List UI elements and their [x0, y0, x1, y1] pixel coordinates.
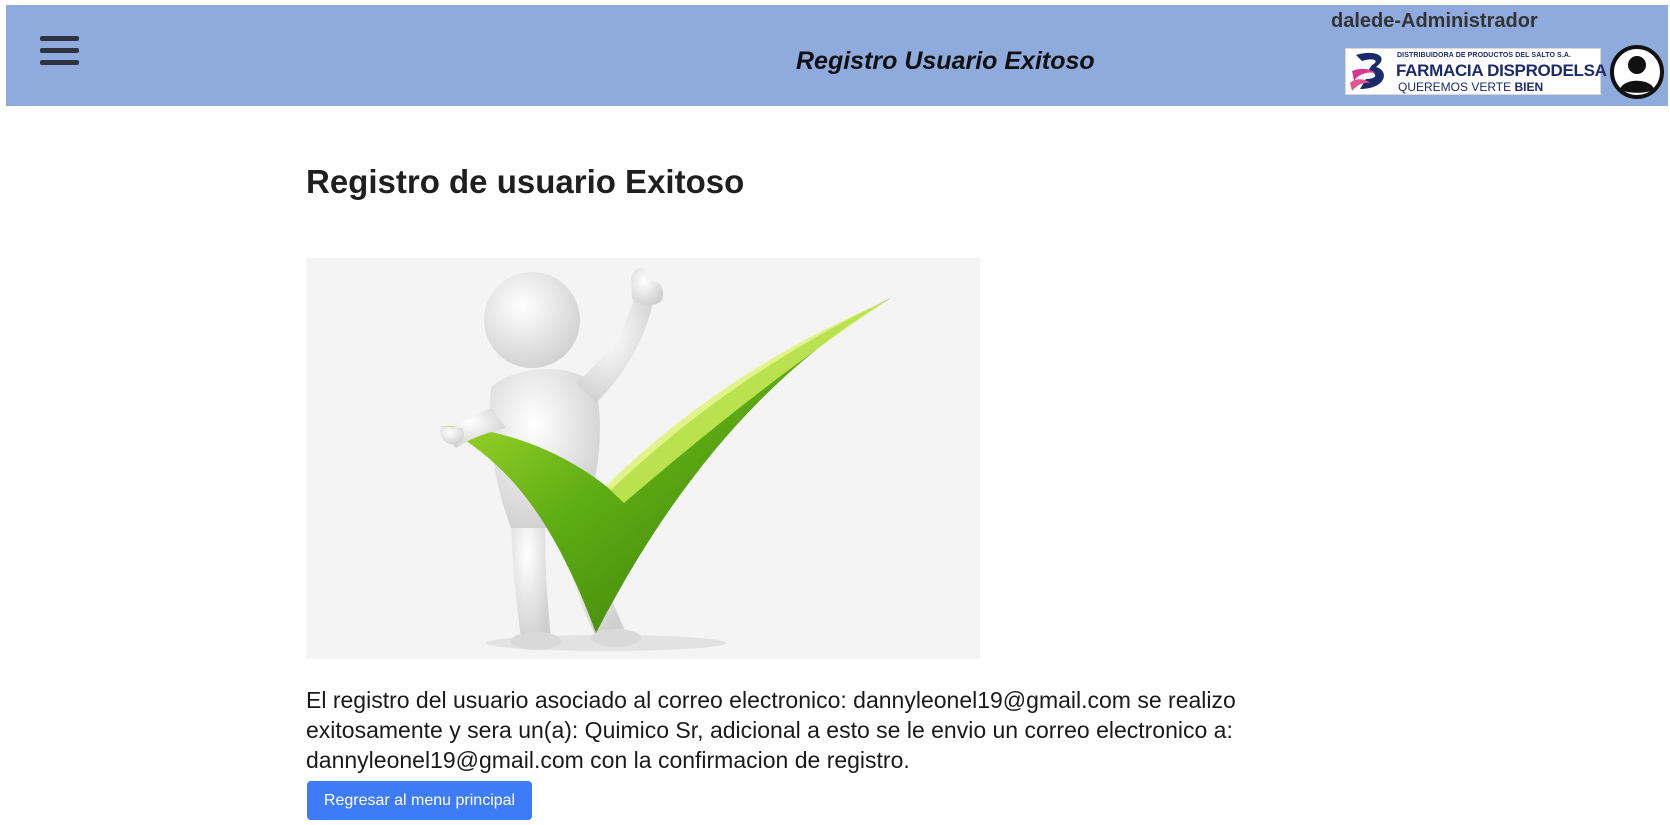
back-to-main-menu-button[interactable]: Regresar al menu principal — [307, 781, 532, 820]
page-heading: Registro de usuario Exitoso — [306, 163, 745, 200]
menu-bar — [40, 60, 79, 65]
logo-slogan-bold: BIEN — [1514, 80, 1544, 94]
success-checkmark-illustration — [306, 258, 980, 659]
logo-slogan: QUEREMOS VERTE BIEN — [1398, 80, 1543, 94]
logo-mark-icon — [1350, 52, 1384, 91]
user-circle-icon[interactable] — [1609, 44, 1665, 100]
registration-message: El registro del usuario asociado al corr… — [306, 687, 1236, 773]
logo-subtitle: DISTRIBUIDORA DE PRODUCTOS DEL SALTO S.A… — [1397, 52, 1572, 59]
top-navbar: Registro Usuario Exitoso dalede-Administ… — [6, 5, 1668, 106]
company-logo: DISTRIBUIDORA DE PRODUCTOS DEL SALTO S.A… — [1345, 48, 1607, 95]
navbar-title: Registro Usuario Exitoso — [796, 47, 1095, 75]
logo-name: FARMACIA DISPRODELSA — [1396, 61, 1607, 80]
logo-slogan-prefix: QUEREMOS VERTE — [1398, 80, 1512, 94]
hamburger-menu-icon[interactable] — [40, 32, 84, 72]
menu-bar — [40, 48, 79, 53]
menu-bar — [40, 36, 79, 41]
current-user-name: dalede-Administrador — [1331, 10, 1538, 32]
